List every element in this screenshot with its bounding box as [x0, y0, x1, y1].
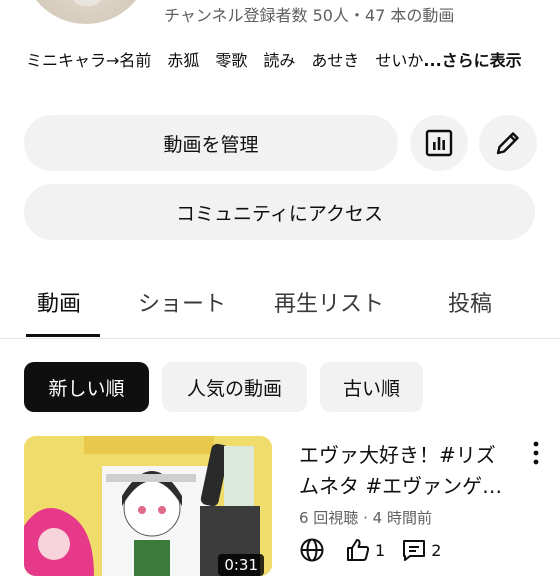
bar-chart-icon	[425, 129, 453, 157]
video-duration: 0:31	[218, 554, 264, 576]
channel-tabs: 動画 ショート 再生リスト 投稿	[0, 272, 560, 339]
channel-description[interactable]: ミニキャラ→名前 赤狐 零歌 読み あせき せいか...さらに表示	[26, 48, 538, 73]
more-vert-icon	[533, 441, 539, 465]
tab-videos[interactable]: 動画	[37, 286, 81, 318]
chip-popular[interactable]: 人気の動画	[162, 362, 307, 412]
thumbs-up-icon	[347, 539, 370, 561]
tab-playlists[interactable]: 再生リスト	[274, 286, 384, 318]
like-button[interactable]: 1	[345, 537, 385, 563]
chip-oldest[interactable]: 古い順	[320, 362, 423, 412]
meta-separator: ·	[363, 509, 368, 527]
edit-channel-button[interactable]	[479, 115, 537, 171]
tab-posts[interactable]: 投稿	[448, 286, 492, 318]
video-menu-button[interactable]	[526, 440, 546, 468]
visibility-button[interactable]	[299, 537, 329, 563]
globe-icon	[300, 538, 324, 562]
comment-icon	[403, 540, 426, 561]
video-age: 4 時間前	[372, 509, 432, 527]
active-tab-indicator	[26, 334, 100, 337]
chip-newest[interactable]: 新しい順	[24, 362, 149, 412]
video-thumbnail[interactable]: 0:31	[24, 436, 272, 576]
manage-videos-button[interactable]: 動画を管理	[24, 115, 398, 171]
comment-count: 2	[431, 540, 442, 560]
video-title[interactable]: エヴァ大好き！#リズムネタ #エヴァンゲ…	[299, 440, 514, 502]
comments-button[interactable]: 2	[401, 537, 441, 563]
analytics-button[interactable]	[410, 115, 468, 171]
show-more-link[interactable]: ...さらに表示	[423, 51, 521, 70]
video-views: 6 回視聴	[299, 509, 359, 527]
channel-stats: チャンネル登録者数 50人・47 本の動画	[164, 6, 455, 25]
like-count: 1	[375, 540, 386, 560]
channel-avatar[interactable]	[22, 0, 150, 24]
tab-shorts[interactable]: ショート	[138, 286, 226, 318]
video-meta: 6 回視聴 · 4 時間前	[299, 507, 432, 528]
pencil-icon	[496, 132, 519, 155]
description-text: ミニキャラ→名前 赤狐 零歌 読み あせき せいか	[26, 51, 424, 70]
avatar-figure	[70, 0, 104, 6]
community-access-button[interactable]: コミュニティにアクセス	[24, 184, 535, 240]
